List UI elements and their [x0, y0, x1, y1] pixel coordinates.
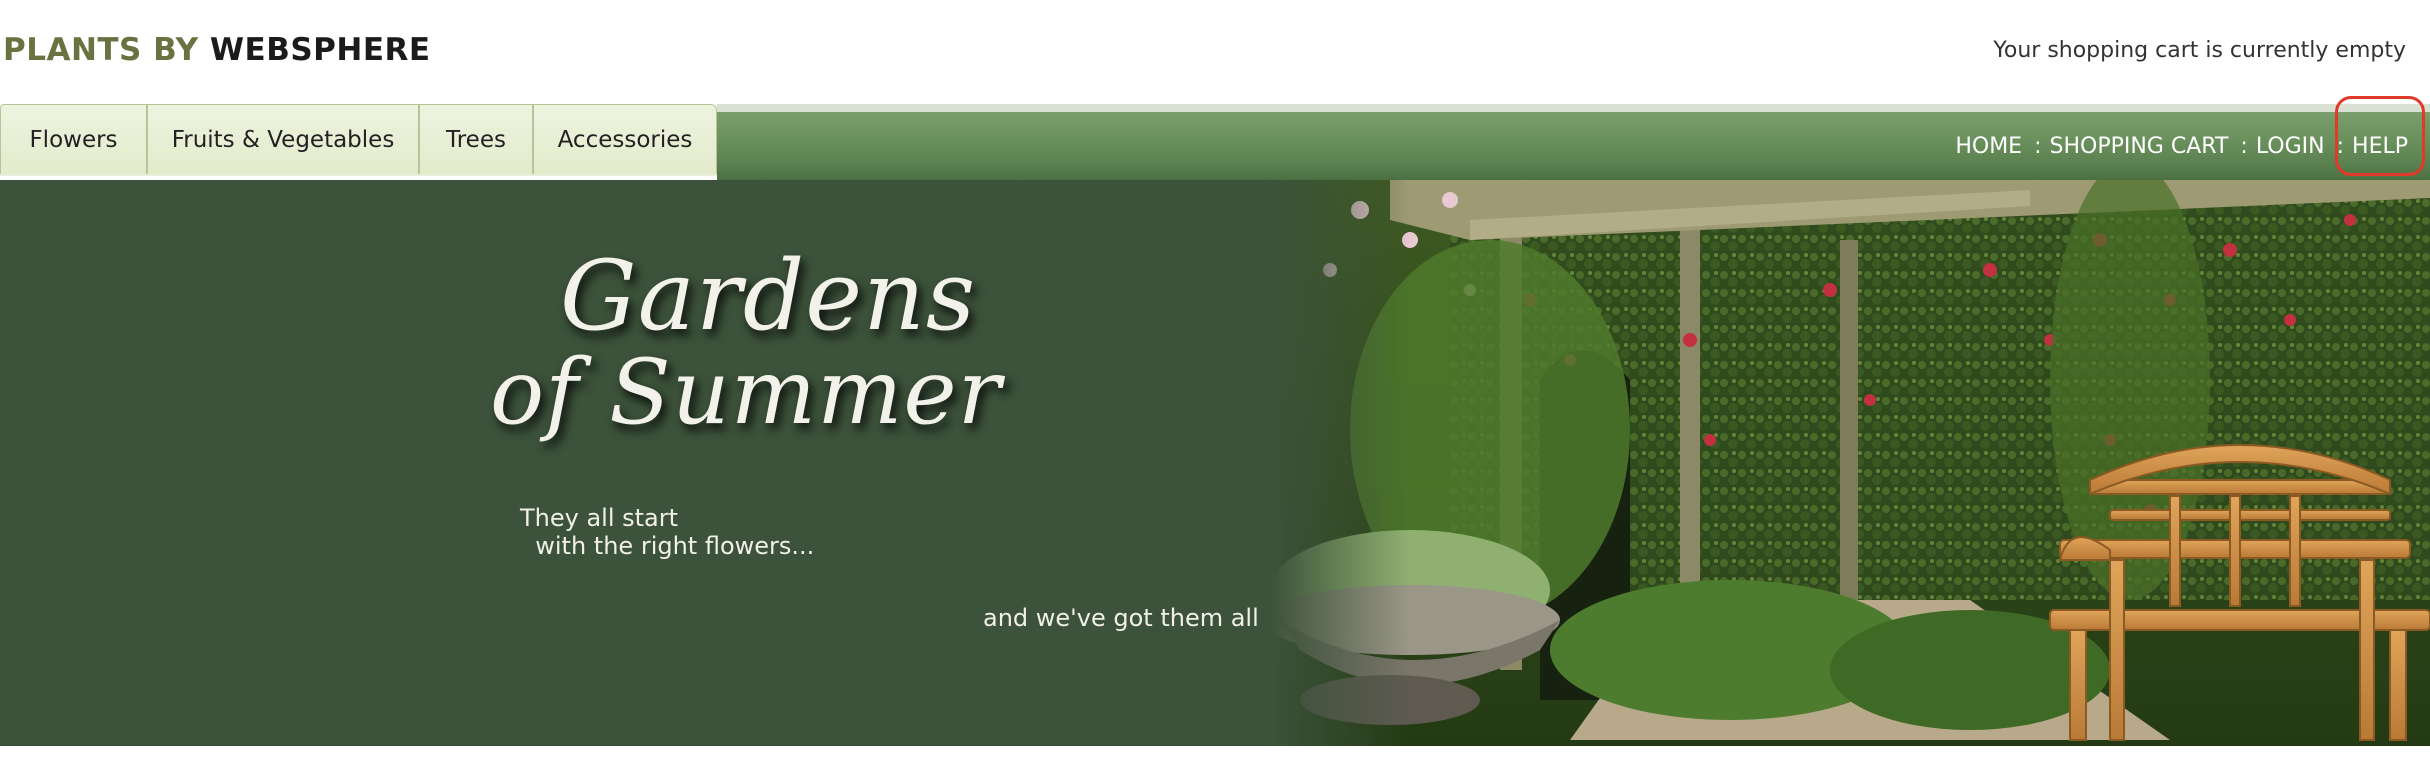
link-separator: :: [2240, 134, 2248, 159]
hero-tagline: and we've got them all: [983, 604, 1259, 632]
help-link-wrapper: HELP: [2335, 96, 2426, 176]
hero-banner: Gardens of Summer They all start with th…: [0, 180, 2430, 746]
hero-subtitle: They all start with the right flowers...: [520, 504, 815, 560]
site-logo[interactable]: PLANTS BY WEBSPHERE: [3, 32, 431, 68]
tab-accessories[interactable]: Accessories: [533, 104, 717, 174]
link-separator: :: [2034, 134, 2042, 159]
login-link[interactable]: LOGIN: [2256, 134, 2325, 159]
home-link[interactable]: HOME: [1955, 134, 2022, 159]
category-tabs: Flowers Fruits & Vegetables Trees Access…: [0, 104, 717, 180]
tab-flowers[interactable]: Flowers: [0, 104, 147, 174]
main-navigation: Flowers Fruits & Vegetables Trees Access…: [0, 96, 2430, 180]
tab-trees[interactable]: Trees: [419, 104, 533, 174]
hero-title-line2: of Summer: [490, 340, 1002, 445]
hero-title-line1: Gardens: [560, 240, 977, 352]
cart-status-text: Your shopping cart is currently empty: [1993, 38, 2406, 63]
tab-fruits-vegetables[interactable]: Fruits & Vegetables: [147, 104, 419, 174]
highlight-ring: [2335, 96, 2426, 176]
utility-links: HOME : SHOPPING CART : LOGIN : HELP: [1955, 96, 2426, 176]
garden-image: [1270, 180, 2430, 746]
logo-text-websphere: WEBSPHERE: [209, 32, 431, 68]
shopping-cart-link[interactable]: SHOPPING CART: [2050, 134, 2229, 159]
logo-text-plants-by: PLANTS BY: [3, 32, 199, 68]
page-header: PLANTS BY WEBSPHERE Your shopping cart i…: [0, 0, 2430, 104]
